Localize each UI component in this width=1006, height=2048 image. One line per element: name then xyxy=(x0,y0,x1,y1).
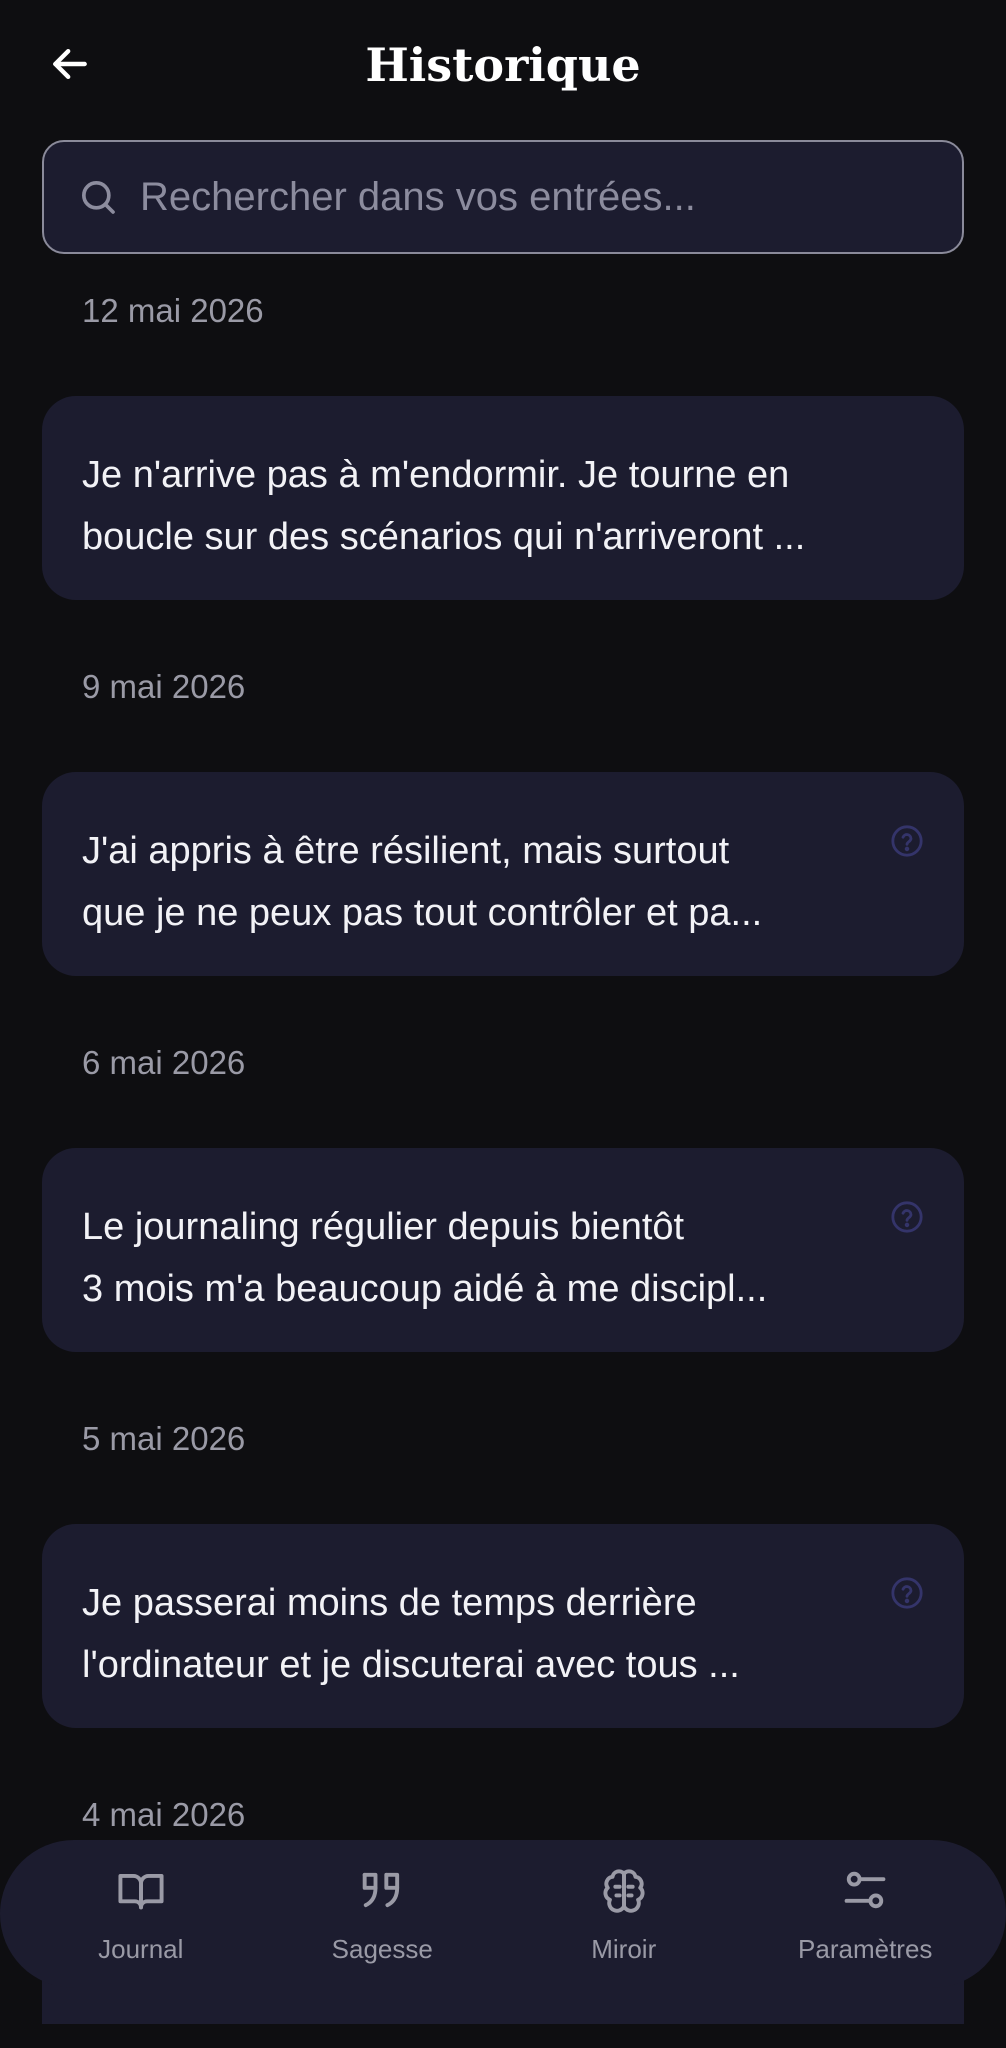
header: Historique xyxy=(0,0,1006,136)
entry-date: 9 mai 2026 xyxy=(82,668,246,705)
nav-item-parametres[interactable]: Paramètres xyxy=(750,1849,980,1979)
nav-label: Miroir xyxy=(591,1933,657,1964)
entry-date: 6 mai 2026 xyxy=(82,1044,246,1081)
nav-label: Sagesse xyxy=(331,1933,433,1964)
entry-excerpt: Je n'arrive pas à m'endormir. Je tourne … xyxy=(82,444,882,568)
search-bar[interactable] xyxy=(42,140,964,254)
entry-excerpt-line: boucle sur des scénarios qui n'arriveron… xyxy=(82,516,806,558)
entry-excerpt-line: que je ne peux pas tout contrôler et pa.… xyxy=(82,892,763,934)
entry-excerpt-line: Je passerai moins de temps derrière xyxy=(82,1582,697,1624)
entry-excerpt: Je passerai moins de temps derrière l'or… xyxy=(82,1572,882,1696)
help-circle-icon[interactable] xyxy=(890,1576,924,1610)
book-open-icon xyxy=(118,1873,164,1909)
entry-excerpt-line: 3 mois m'a beaucoup aidé à me discipl... xyxy=(82,1268,768,1310)
entry-card[interactable]: Je n'arrive pas à m'endormir. Je tourne … xyxy=(42,396,964,600)
settings-sliders-icon xyxy=(844,1871,886,1908)
search-icon xyxy=(82,181,115,214)
nav-label: Paramètres xyxy=(798,1933,933,1964)
nav-item-miroir[interactable]: Miroir xyxy=(509,1849,739,1979)
nav-label: Journal xyxy=(98,1933,184,1964)
entry-excerpt-line: Le journaling régulier depuis bientôt xyxy=(82,1206,685,1248)
brain-icon xyxy=(603,1868,645,1913)
help-circle-icon[interactable] xyxy=(890,824,924,858)
search-input[interactable] xyxy=(140,174,938,220)
quote-icon xyxy=(362,1872,400,1907)
entry-excerpt: Le journaling régulier depuis bientôt 3 … xyxy=(82,1196,882,1320)
nav-item-sagesse[interactable]: Sagesse xyxy=(267,1849,497,1979)
entry-card[interactable]: J'ai appris à être résilient, mais surto… xyxy=(42,772,964,976)
entry-date: 5 mai 2026 xyxy=(82,1420,246,1457)
entry-date: 12 mai 2026 xyxy=(82,292,264,329)
page-title: Historique xyxy=(365,38,641,92)
history-screen: Historique 12 mai 2026 Je n'arrive pas à… xyxy=(0,0,1006,2048)
entry-date: 4 mai 2026 xyxy=(82,1796,246,1833)
entry-excerpt-line: J'ai appris à être résilient, mais surto… xyxy=(82,830,730,872)
help-circle-icon[interactable] xyxy=(890,1200,924,1234)
bottom-nav: Journal Sagesse Miroir Paramètres xyxy=(0,1840,1006,1988)
entry-excerpt-line: Je n'arrive pas à m'endormir. Je tourne … xyxy=(82,454,790,496)
entry-excerpt: J'ai appris à être résilient, mais surto… xyxy=(82,820,882,944)
entry-card[interactable]: Le journaling régulier depuis bientôt 3 … xyxy=(42,1148,964,1352)
entry-excerpt-line: l'ordinateur et je discuterai avec tous … xyxy=(82,1644,740,1686)
nav-item-journal[interactable]: Journal xyxy=(26,1849,256,1979)
entry-card[interactable]: Je passerai moins de temps derrière l'or… xyxy=(42,1524,964,1728)
